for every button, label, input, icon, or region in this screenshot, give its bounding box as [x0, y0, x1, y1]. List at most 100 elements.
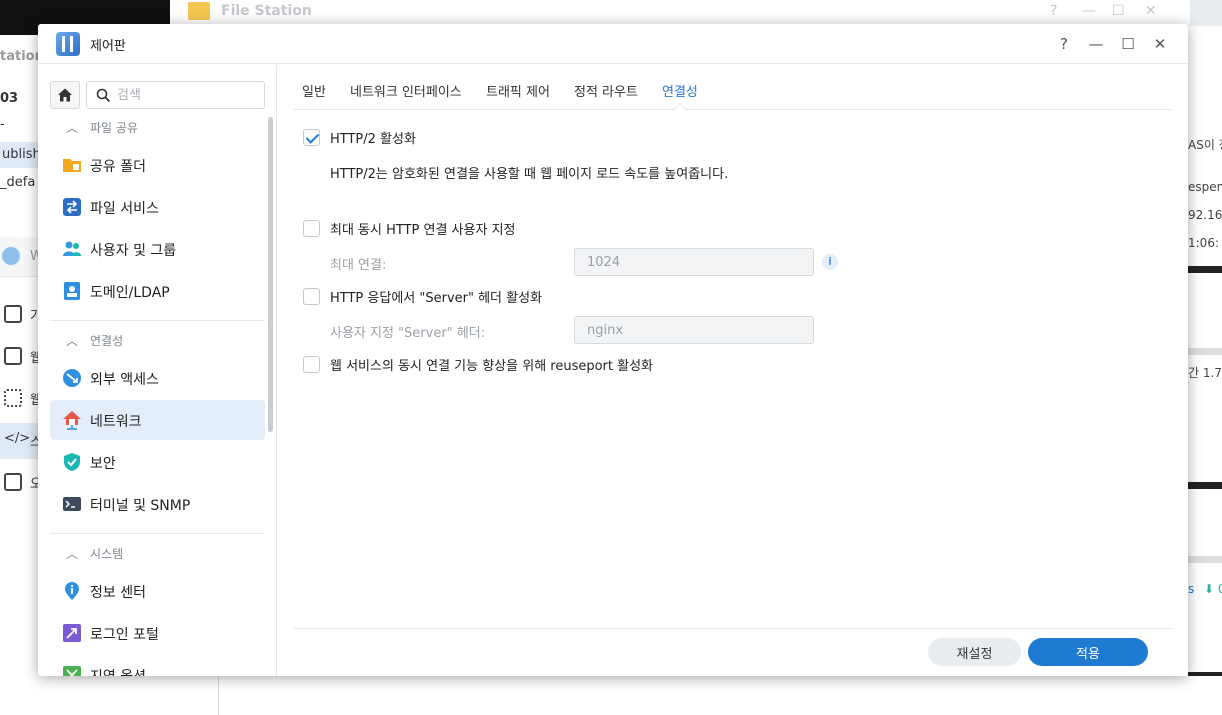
sidebar-item-external-access[interactable]: 외부 액세스	[50, 358, 265, 398]
bg-text: 1:06:	[1188, 236, 1219, 250]
max-connections-input[interactable]	[574, 248, 814, 276]
sidebar-item-label: 정보 센터	[90, 585, 146, 601]
help-button[interactable]: ?	[1053, 33, 1075, 55]
max-connections-option[interactable]: 최대 동시 HTTP 연결 사용자 지정	[303, 219, 516, 238]
sidebar-item-label: 로그인 포털	[90, 627, 159, 643]
control-panel-window: 제어판 ? — ☐ ✕ ︿ 파일 공유 공유 폴더	[38, 24, 1188, 676]
bg-text: ⬇ 0	[1204, 582, 1222, 596]
bg-text: 92.16	[1188, 208, 1222, 222]
title-bar: 제어판 ? — ☐ ✕	[38, 24, 1188, 64]
reuseport-checkbox[interactable]	[303, 356, 320, 373]
max-connections-checkbox[interactable]	[303, 220, 320, 237]
bg-text: s	[1188, 582, 1195, 596]
bg-text: ublish	[0, 142, 41, 168]
bg-bar	[1188, 556, 1222, 563]
close-icon: ✕	[1145, 3, 1157, 19]
security-shield-icon	[64, 453, 80, 471]
background-file-station-window: File Station ? — ☐ ✕	[170, 0, 1190, 26]
sidebar-item-label: 외부 액세스	[90, 372, 159, 388]
search-field[interactable]	[86, 81, 265, 109]
bg-text: espen	[1188, 180, 1222, 194]
window-title: 제어판	[90, 39, 126, 54]
server-header-field-label: 사용자 지정 "Server" 헤더:	[330, 326, 486, 341]
sidebar-item-file-services[interactable]: 파일 서비스	[50, 187, 265, 227]
sidebar-item-label: 공유 폴더	[90, 159, 146, 175]
section-header-connectivity[interactable]: ︿ 연결성	[66, 332, 123, 349]
server-header-option[interactable]: HTTP 응답에서 "Server" 헤더 활성화	[303, 287, 542, 306]
sidebar-item-label: 사용자 및 그룹	[90, 243, 177, 259]
network-icon	[63, 411, 81, 430]
section-header-file-sharing[interactable]: ︿ 파일 공유	[66, 119, 138, 136]
user-group-icon	[63, 241, 81, 256]
bg-text: AS이 정	[1188, 138, 1222, 152]
sidebar-item-label: 파일 서비스	[90, 201, 159, 217]
tab-traffic-control[interactable]: 트래픽 제어	[486, 81, 550, 100]
bg-text: 03	[0, 91, 19, 106]
background-bottom-strip	[218, 676, 1222, 715]
bg-text: _defa	[0, 175, 36, 190]
section-title: 시스템	[90, 547, 124, 561]
chevron-up-icon: ︿	[66, 547, 79, 561]
server-header-input[interactable]	[574, 316, 814, 344]
alert-icon	[4, 473, 22, 491]
help-icon: ?	[1050, 3, 1058, 19]
bg-text: -	[0, 117, 5, 132]
shared-folder-icon	[63, 159, 81, 172]
control-panel-icon	[56, 32, 80, 56]
search-icon	[96, 88, 111, 103]
tab-general[interactable]: 일반	[302, 81, 326, 100]
sidebar-item-regional-options[interactable]: 지역 옵션	[50, 655, 265, 676]
sidebar-item-info-center[interactable]: 정보 센터	[50, 571, 265, 611]
regional-options-icon	[63, 666, 81, 676]
reuseport-label: 웹 서비스의 동시 연결 기능 향상을 위해 reuseport 활성화	[330, 359, 654, 374]
chevron-up-icon: ︿	[66, 121, 79, 135]
sidebar-item-label: 도메인/LDAP	[90, 285, 170, 301]
close-button[interactable]: ✕	[1149, 33, 1171, 55]
sidebar-item-login-portal[interactable]: 로그인 포털	[50, 613, 265, 653]
maximize-icon: ☐	[1112, 3, 1125, 19]
reuseport-option[interactable]: 웹 서비스의 동시 연결 기능 향상을 위해 reuseport 활성화	[303, 355, 653, 374]
sidebar-item-label: 네트워크	[90, 414, 142, 430]
tab-bar: 일반 네트워크 인터페이스 트래픽 제어 정적 라우트 연결성	[294, 65, 1172, 110]
bg-bar	[1188, 482, 1222, 489]
section-title: 연결성	[90, 334, 124, 348]
sidebar-item-label: 터미널 및 SNMP	[90, 498, 191, 514]
sidebar-item-user-group[interactable]: 사용자 및 그룹	[50, 229, 265, 269]
http2-checkbox[interactable]	[303, 129, 320, 146]
tab-network-interface[interactable]: 네트워크 인터페이스	[350, 81, 462, 100]
section-divider	[50, 533, 265, 534]
home-button[interactable]	[50, 81, 80, 109]
sidebar-item-security[interactable]: 보안	[50, 442, 265, 482]
sidebar: ︿ 파일 공유 공유 폴더 파일 서비스 사용자 및 그룹	[38, 65, 277, 676]
http2-description: HTTP/2는 암호화된 연결을 사용할 때 웹 페이지 로드 속도를 높여줍니…	[330, 167, 729, 182]
grid-icon	[4, 389, 22, 407]
sidebar-item-terminal-snmp[interactable]: 터미널 및 SNMP	[50, 484, 265, 524]
login-portal-icon	[63, 624, 81, 642]
active-tab-indicator	[673, 103, 687, 110]
file-station-title: File Station	[221, 3, 312, 19]
tab-static-route[interactable]: 정적 라우트	[574, 81, 638, 100]
minimize-button[interactable]: —	[1085, 33, 1107, 55]
tab-connectivity[interactable]: 연결성	[662, 81, 698, 100]
network-settings-panel: 일반 네트워크 인터페이스 트래픽 제어 정적 라우트 연결성 HTTP/2 활…	[278, 65, 1188, 676]
http2-option[interactable]: HTTP/2 활성화	[303, 128, 416, 147]
sidebar-scrollbar[interactable]	[268, 117, 273, 432]
sidebar-item-label: 보안	[90, 456, 116, 472]
maximize-button[interactable]: ☐	[1117, 33, 1139, 55]
domain-ldap-icon	[64, 282, 80, 300]
bg-text: 간 1.7	[1188, 366, 1222, 380]
sidebar-item-domain-ldap[interactable]: 도메인/LDAP	[50, 271, 265, 311]
server-header-label: HTTP 응답에서 "Server" 헤더 활성화	[330, 291, 543, 306]
info-icon[interactable]: i	[822, 254, 838, 270]
search-input[interactable]	[117, 85, 257, 105]
server-header-checkbox[interactable]	[303, 288, 320, 305]
web-icon	[2, 247, 20, 265]
bg-bar	[1188, 348, 1222, 355]
info-center-icon	[65, 582, 79, 600]
reset-button[interactable]: 재설정	[928, 638, 1021, 666]
sidebar-item-network[interactable]: 네트워크	[50, 400, 265, 440]
section-header-system[interactable]: ︿ 시스템	[66, 545, 123, 562]
footer-divider	[294, 628, 1172, 629]
sidebar-item-shared-folder[interactable]: 공유 폴더	[50, 145, 265, 185]
apply-button[interactable]: 적용	[1028, 638, 1148, 666]
